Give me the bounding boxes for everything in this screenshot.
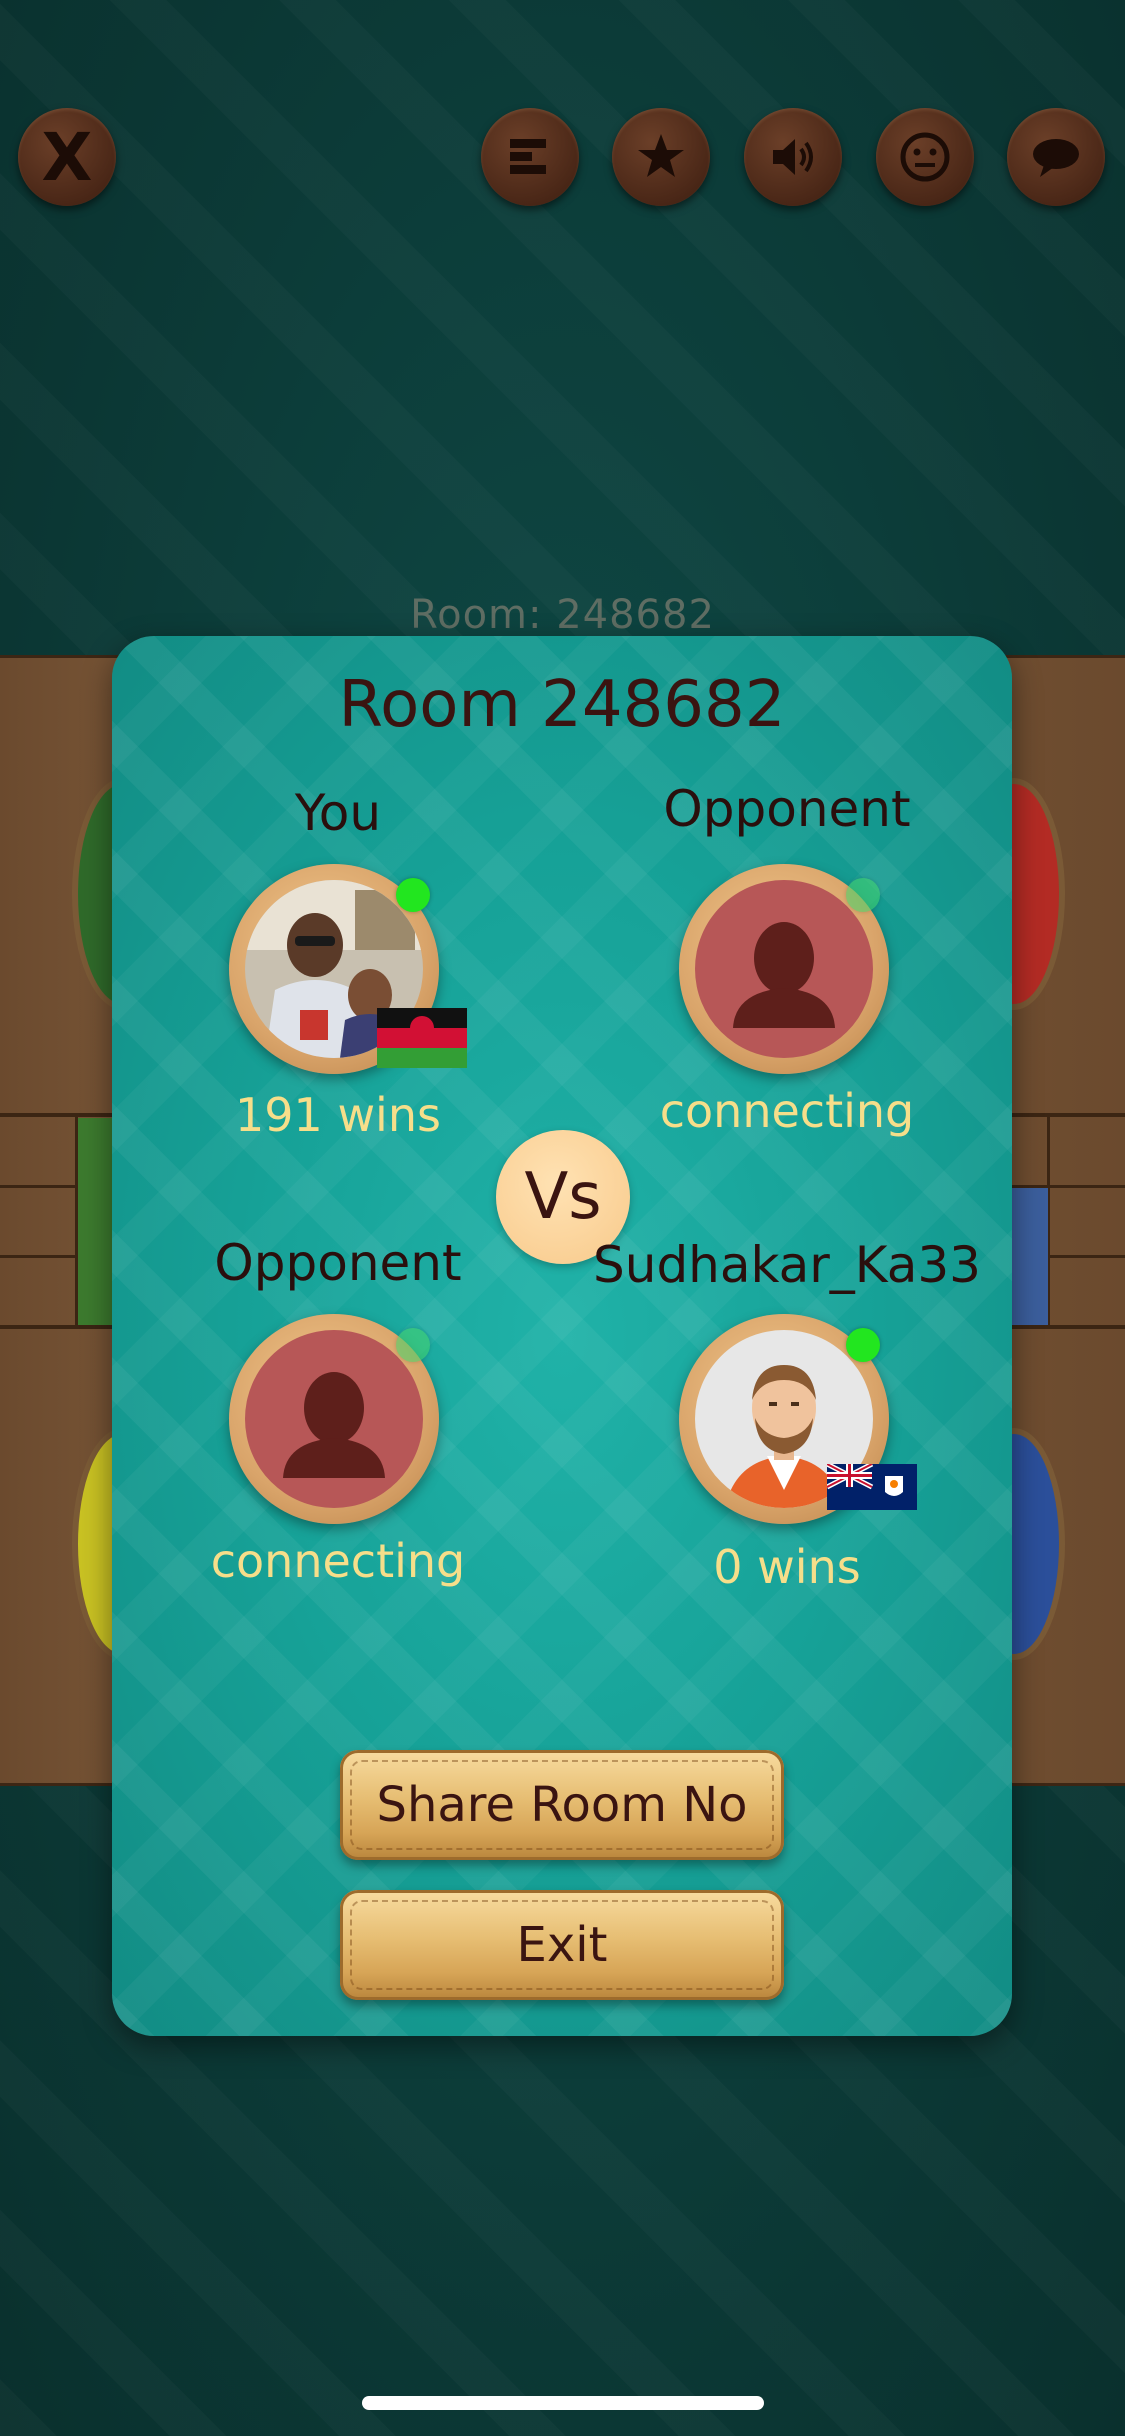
close-icon: X bbox=[41, 118, 93, 196]
speaker-icon bbox=[773, 139, 813, 175]
player-opponent-status: connecting bbox=[210, 1534, 466, 1588]
star-icon bbox=[638, 134, 684, 177]
room-label: Room: 248682 bbox=[410, 592, 715, 638]
board-blue-path bbox=[1008, 1188, 1048, 1325]
home-indicator[interactable] bbox=[362, 2396, 764, 2410]
status-dot bbox=[846, 878, 880, 912]
share-room-button[interactable]: Share Room No bbox=[340, 1750, 784, 1860]
status-dot bbox=[396, 1328, 430, 1362]
placeholder-silhouette-icon bbox=[695, 880, 873, 1058]
player-you-wins: 191 wins bbox=[235, 1088, 441, 1142]
player-sudhakar-label: Sudhakar_Ka33 bbox=[593, 1236, 981, 1294]
placeholder-silhouette-icon bbox=[245, 1330, 423, 1508]
sound-button[interactable] bbox=[744, 108, 842, 206]
malawi-flag bbox=[377, 1008, 467, 1068]
room-dialog: Room 248682 You 191 wins Opponent connec… bbox=[112, 636, 1012, 2036]
anguilla-flag bbox=[825, 1461, 917, 1524]
player-you-label: You bbox=[294, 784, 382, 842]
dialog-title: Room 248682 bbox=[338, 668, 786, 742]
player-opponent-status: connecting bbox=[659, 1084, 915, 1138]
chat-button[interactable] bbox=[1007, 108, 1105, 206]
player-sudhakar-wins: 0 wins bbox=[713, 1540, 861, 1594]
leaderboard-button[interactable] bbox=[481, 108, 579, 206]
favorite-button[interactable] bbox=[612, 108, 710, 206]
online-status-dot bbox=[846, 1328, 880, 1362]
close-button[interactable]: X bbox=[18, 108, 116, 206]
emoji-icon bbox=[900, 132, 950, 182]
player-opponent-label: Opponent bbox=[663, 780, 911, 838]
emoji-button[interactable] bbox=[876, 108, 974, 206]
online-status-dot bbox=[396, 878, 430, 912]
chat-icon bbox=[1033, 139, 1079, 177]
player-opponent-label: Opponent bbox=[214, 1234, 462, 1292]
exit-button[interactable]: Exit bbox=[340, 1890, 784, 2000]
leaderboard-icon bbox=[510, 139, 546, 174]
